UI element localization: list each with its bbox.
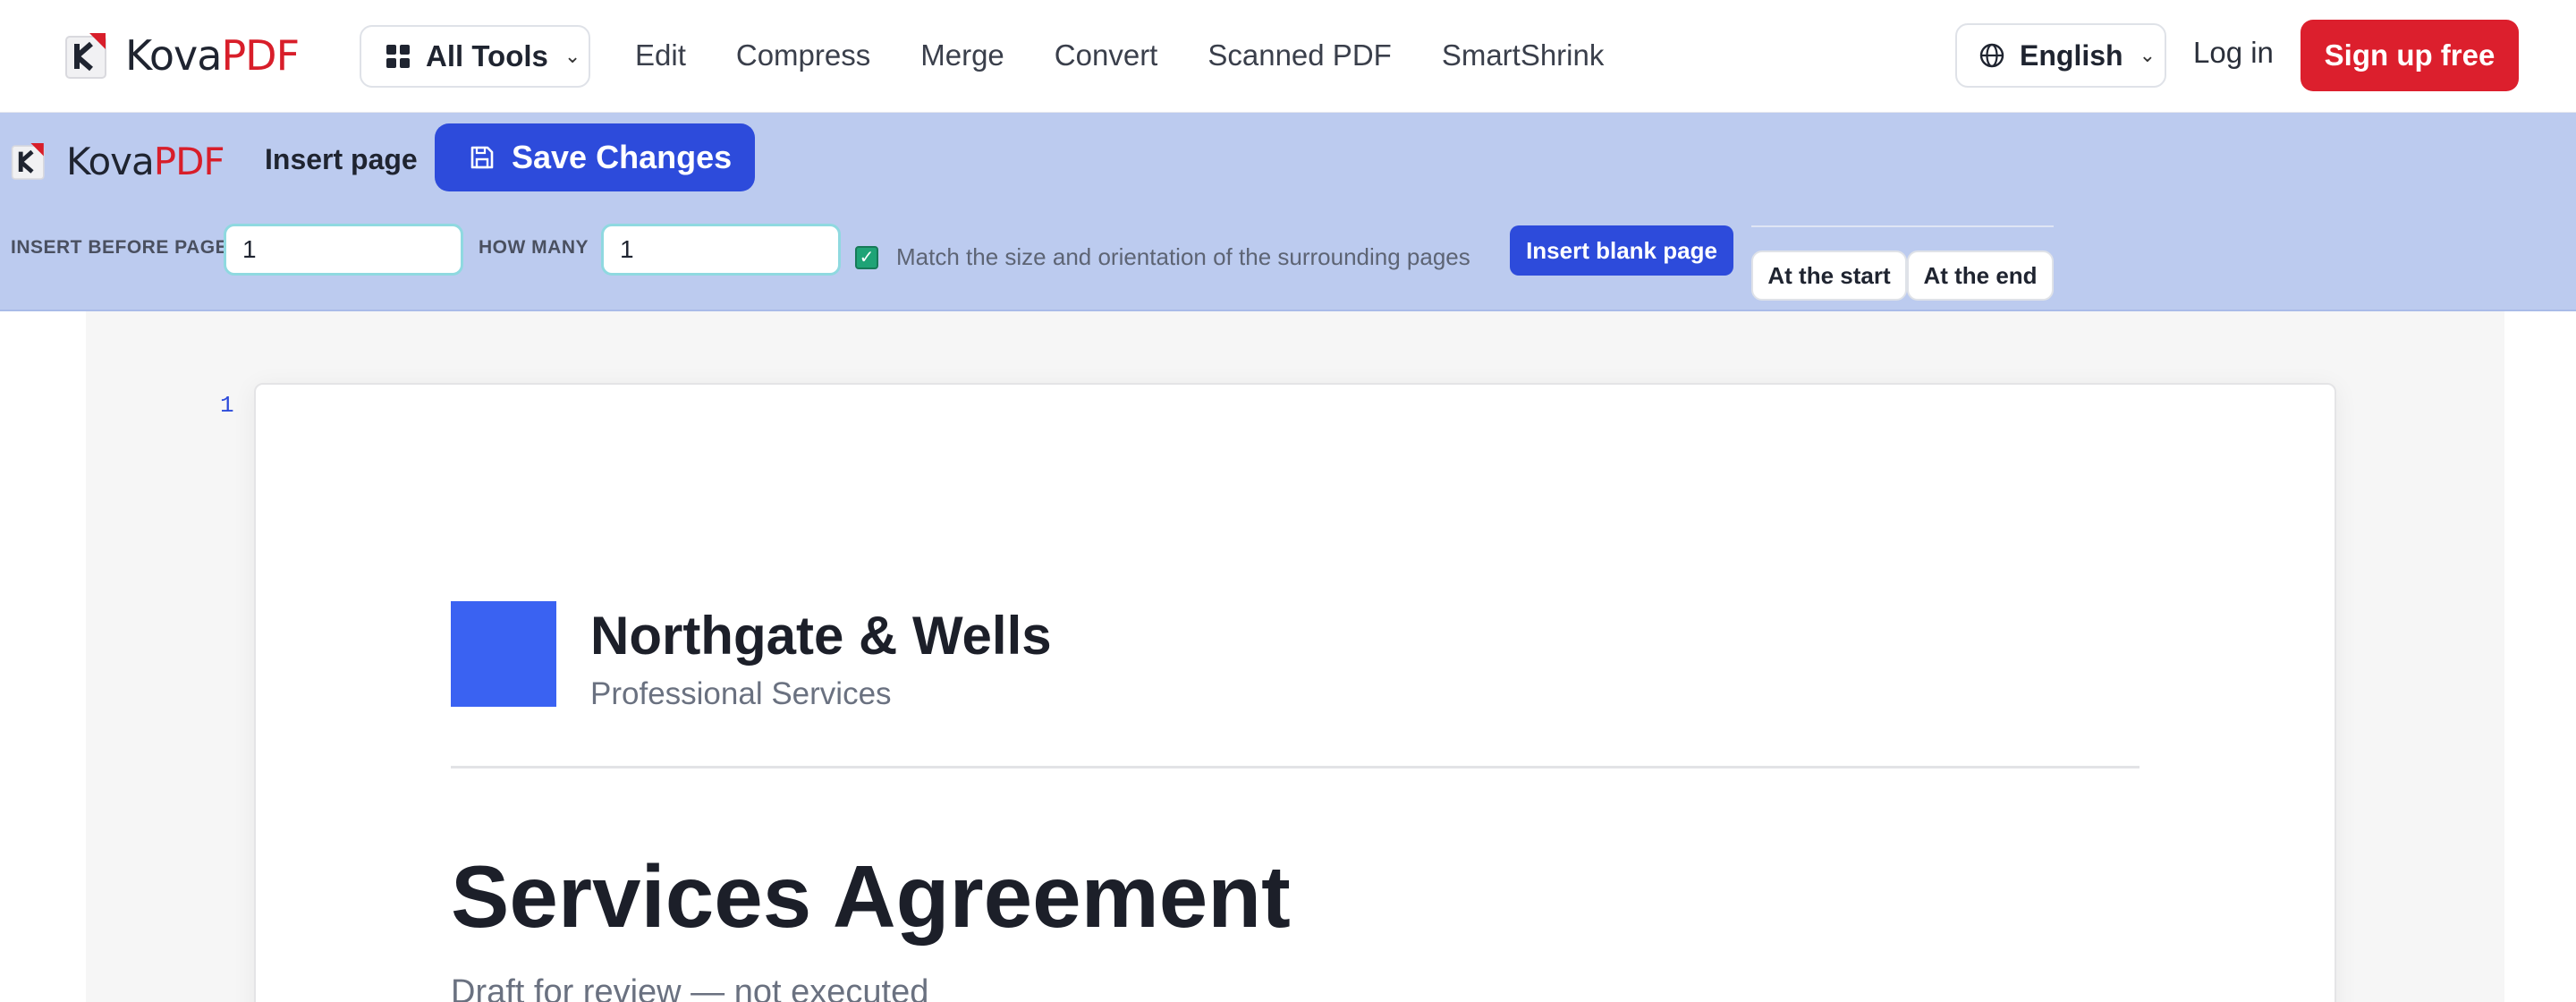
save-changes-label: Save Changes [512,139,733,175]
all-tools-label: All Tools [426,39,548,72]
all-tools-dropdown[interactable]: All Tools ⌄ [360,25,590,88]
logo-wordmark: KovaPDF [66,139,225,183]
company-name: Northgate & Wells [590,606,1052,666]
how-many-label: HOW MANY [479,237,589,258]
position-shortcuts: At the start At the end [1751,225,2054,301]
nav-link-convert[interactable]: Convert [1055,38,1158,72]
checkbox-checked-icon[interactable]: ✓ [855,245,878,269]
at-the-end-button[interactable]: At the end [1907,250,2054,301]
match-size-option[interactable]: ✓ Match the size and orientation of the … [855,243,1470,271]
insert-page-toolbar: KovaPDF Insert page Save Changes [0,113,2576,311]
document-title: Services Agreement [451,847,1291,946]
top-navigation: KovaPDF All Tools ⌄ Edit Compress Merge … [0,0,2576,113]
company-tagline: Professional Services [590,676,892,711]
nav-link-scanned-pdf[interactable]: Scanned PDF [1208,38,1391,72]
company-logo-square [451,601,556,707]
globe-icon [1979,43,2004,68]
page-number: 1 [220,392,234,419]
match-size-label: Match the size and orientation of the su… [896,243,1470,270]
signup-button[interactable]: Sign up free [2301,20,2519,91]
header-divider [451,766,2140,768]
language-label: English [2020,38,2123,72]
chevron-down-icon: ⌄ [564,45,581,67]
save-disk-icon [470,146,494,169]
kovapdf-logo-icon [11,140,47,182]
logo-wordmark: KovaPDF [125,31,300,80]
kovapdf-logo[interactable]: KovaPDF [64,29,300,82]
kovapdf-logo-icon [64,31,109,80]
save-changes-button[interactable]: Save Changes [435,123,755,191]
insert-blank-page-button[interactable]: Insert blank page [1510,225,1733,276]
nav-link-smartshrink[interactable]: SmartShrink [1442,38,1605,72]
language-selector[interactable]: English ⌄ [1955,23,2166,88]
nav-link-compress[interactable]: Compress [736,38,870,72]
tab-insert-page[interactable]: Insert page [265,143,418,176]
login-link[interactable]: Log in [2193,36,2274,70]
kovapdf-logo[interactable]: KovaPDF [11,134,225,188]
nav-link-merge[interactable]: Merge [920,38,1004,72]
insert-before-page-input[interactable] [224,224,463,276]
chevron-down-icon: ⌄ [2139,44,2156,66]
nav-link-edit[interactable]: Edit [635,38,686,72]
insert-before-page-label: INSERT BEFORE PAGE [11,237,229,258]
how-many-input[interactable] [601,224,841,276]
document-subtitle: Draft for review — not executed [451,973,929,1002]
at-the-start-button[interactable]: At the start [1751,250,1907,301]
grid-icon [386,45,410,68]
primary-nav: Edit Compress Merge Convert Scanned PDF … [610,32,1629,79]
